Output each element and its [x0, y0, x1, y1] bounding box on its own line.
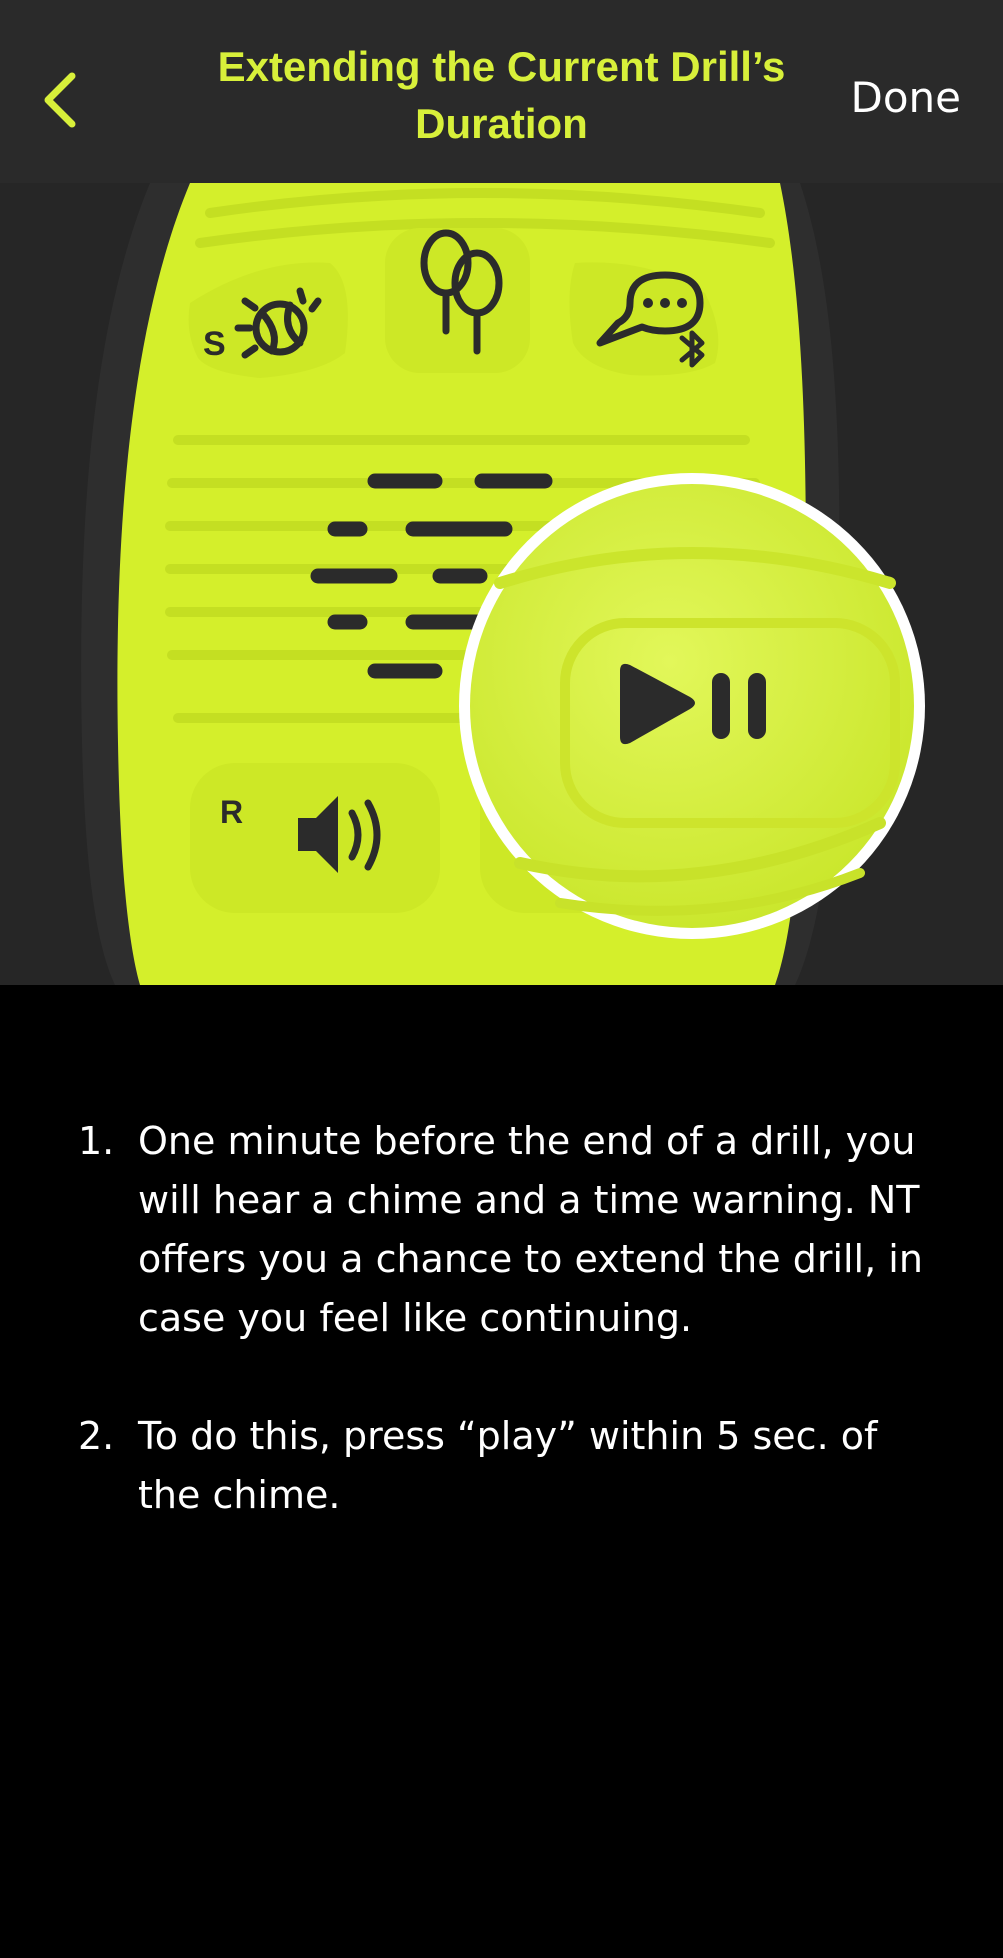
- back-button[interactable]: [30, 60, 90, 140]
- step-text: One minute before the end of a drill, yo…: [138, 1119, 923, 1340]
- done-button[interactable]: Done: [851, 70, 962, 126]
- page-title: Extending the Current Drill’s Duration: [217, 43, 786, 147]
- step-number: 1.: [78, 1119, 115, 1163]
- instruction-list: 1. One minute before the end of a drill,…: [78, 1112, 938, 1584]
- step-number: 2.: [78, 1414, 115, 1458]
- instruction-step: 1. One minute before the end of a drill,…: [78, 1112, 938, 1348]
- device-label-r: R: [220, 794, 243, 830]
- device-label-s: S: [203, 325, 226, 363]
- device-illustration: S R: [0, 183, 1003, 985]
- play-pause-button-zoom: [459, 473, 925, 939]
- step-text: To do this, press “play” within 5 sec. o…: [138, 1414, 878, 1517]
- instruction-step: 2. To do this, press “play” within 5 sec…: [78, 1407, 938, 1525]
- chevron-left-icon: [44, 72, 76, 128]
- top-bar: Extending the Current Drill’s Duration D…: [0, 0, 1003, 183]
